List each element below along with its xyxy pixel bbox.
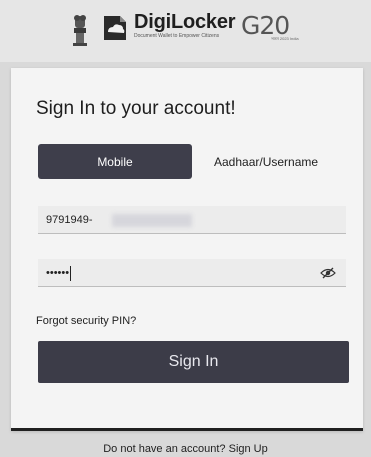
app-header: DigiLocker Document Wallet to Empower Ci… [0, 0, 371, 62]
text-cursor [70, 265, 72, 281]
forgot-pin-link[interactable]: Forgot security PIN? [36, 315, 136, 327]
tab-aadhaar-username[interactable]: Aadhaar/Username [214, 144, 318, 179]
g20-subtext: भारत 2023 India [271, 36, 299, 41]
brand: DigiLocker Document Wallet to Empower Ci… [134, 11, 236, 39]
national-emblem-icon [73, 15, 87, 46]
signin-button[interactable]: Sign In [38, 341, 349, 383]
mobile-input-value: 9791949- [46, 214, 93, 226]
mobile-input[interactable]: 9791949- [38, 206, 346, 234]
security-pin-input[interactable]: •••••• [38, 259, 346, 287]
brand-name: DigiLocker [134, 11, 236, 33]
pin-input-wrapper: •••••• [46, 259, 72, 287]
signup-link[interactable]: Sign Up [229, 443, 268, 455]
pin-input-value: •••••• [46, 267, 70, 279]
redacted-digits [112, 214, 192, 227]
signin-card: Sign In to your account! Mobile Aadhaar/… [11, 68, 363, 431]
signup-prompt: Do not have an account? Sign Up [0, 443, 371, 455]
eye-slash-icon[interactable] [320, 265, 336, 281]
tab-mobile[interactable]: Mobile [38, 144, 192, 179]
digilocker-logo-icon [104, 16, 126, 40]
card-title: Sign In to your account! [36, 98, 236, 119]
signup-prompt-text: Do not have an account? [103, 443, 226, 455]
